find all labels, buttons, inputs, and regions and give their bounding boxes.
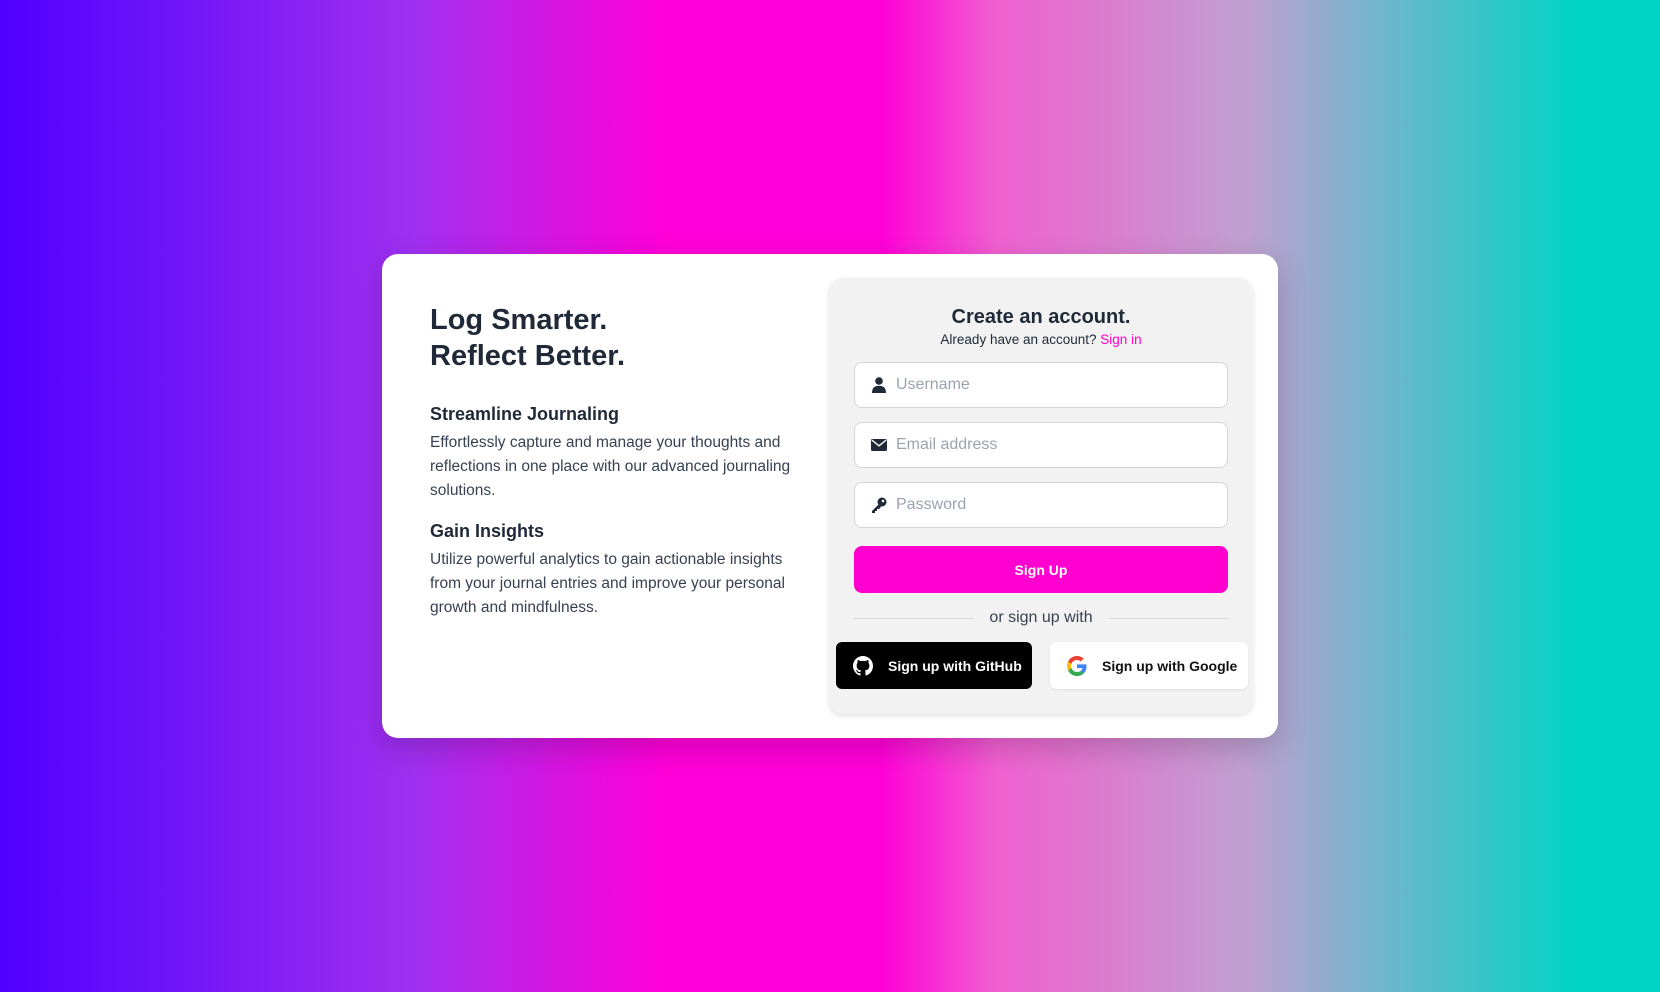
feature-title: Gain Insights — [430, 521, 545, 541]
feature-item: Streamline Journaling Effortlessly captu… — [430, 404, 810, 503]
signin-prompt: Already have an account? Sign in — [829, 332, 1253, 347]
divider-line — [854, 617, 974, 619]
page-headline: Log Smarter. Reflect Better. — [430, 302, 810, 374]
signup-title: Create an account. — [951, 306, 1131, 328]
feature-item: Gain Insights Utilize powerful analytics… — [430, 521, 810, 620]
password-field[interactable] — [854, 482, 1228, 528]
username-field[interactable] — [854, 362, 1228, 408]
signin-link[interactable]: Sign in — [1100, 332, 1141, 347]
password-input[interactable] — [896, 483, 1227, 527]
email-input[interactable] — [896, 423, 1227, 467]
envelope-icon — [870, 436, 888, 454]
signup-panel: Create an account. Already have an accou… — [829, 278, 1253, 714]
headline-line-2: Reflect Better. — [430, 340, 626, 372]
email-field[interactable] — [854, 422, 1228, 468]
github-signup-button[interactable]: Sign up with GitHub — [836, 642, 1032, 689]
divider-text: or sign up with — [989, 609, 1093, 626]
feature-text: Effortlessly capture and manage your tho… — [430, 434, 791, 499]
feature-text: Utilize powerful analytics to gain actio… — [430, 551, 785, 616]
social-divider: or sign up with — [854, 608, 1229, 628]
key-icon — [870, 496, 888, 514]
google-icon — [1066, 655, 1088, 677]
username-input[interactable] — [896, 363, 1227, 407]
google-button-label: Sign up with Google — [1102, 657, 1238, 674]
user-icon — [870, 376, 888, 394]
marketing-section: Log Smarter. Reflect Better. Streamline … — [430, 302, 810, 638]
github-icon — [852, 655, 874, 677]
signup-button[interactable]: Sign Up — [854, 546, 1228, 593]
divider-line — [1108, 617, 1229, 619]
feature-title: Streamline Journaling — [430, 404, 620, 424]
google-signup-button[interactable]: Sign up with Google — [1050, 642, 1248, 689]
have-account-text: Already have an account? — [940, 332, 1097, 347]
signup-card: Log Smarter. Reflect Better. Streamline … — [382, 254, 1278, 738]
github-button-label: Sign up with GitHub — [888, 657, 1022, 674]
headline-line-1: Log Smarter. — [430, 304, 608, 336]
